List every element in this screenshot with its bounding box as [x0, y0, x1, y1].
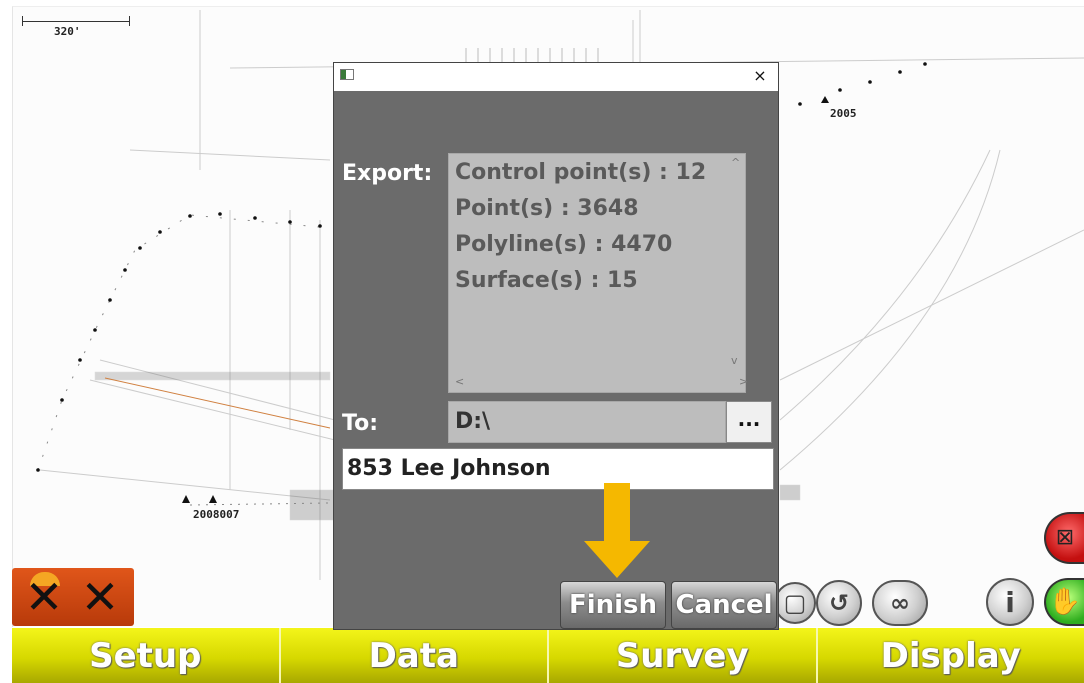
info-icon[interactable]: i	[986, 578, 1034, 626]
scroll-left-icon[interactable]: <	[455, 375, 464, 388]
tab-survey[interactable]: Survey	[549, 628, 818, 683]
highlight-arrow	[584, 483, 650, 578]
map-scale-bar: 320'	[22, 14, 132, 38]
gnss-disconnected-icon[interactable]: ✕ ✕	[12, 568, 134, 626]
scroll-up-icon[interactable]: ^	[731, 156, 740, 169]
vertical-scrollbar[interactable]: ^ v	[725, 154, 745, 372]
tab-setup[interactable]: Setup	[12, 628, 281, 683]
finish-button[interactable]: Finish	[560, 581, 666, 629]
summary-surfaces: Surface(s) : 15	[455, 268, 638, 293]
summary-polylines: Polyline(s) : 4470	[455, 232, 673, 257]
export-label: Export:	[342, 161, 433, 186]
close-icon[interactable]: ×	[750, 65, 770, 87]
cancel-button[interactable]: Cancel	[671, 581, 777, 629]
export-summary-list[interactable]: Control point(s) : 12 Point(s) : 3648 Po…	[448, 153, 748, 393]
summary-points: Point(s) : 3648	[455, 196, 639, 221]
rotate-icon[interactable]: ↺	[816, 580, 862, 626]
point-label-2008007: 2008007	[193, 508, 240, 521]
to-label: To:	[342, 411, 378, 436]
app-window-icon	[340, 69, 354, 80]
tab-data[interactable]: Data	[280, 628, 549, 683]
zoom-extent-icon[interactable]: ▢	[774, 582, 816, 624]
infinity-icon[interactable]: ∞	[872, 580, 928, 626]
point-label-2005: 2005	[830, 107, 857, 120]
scroll-down-icon[interactable]: v	[731, 354, 738, 367]
export-filename-field[interactable]: 853 Lee Johnson	[342, 448, 774, 490]
pan-hand-icon[interactable]: ✋	[1044, 578, 1084, 626]
main-tab-bar: Setup Data Survey Display	[12, 628, 1084, 683]
browse-button[interactable]: ...	[726, 401, 772, 443]
scroll-right-icon[interactable]: >	[739, 375, 748, 388]
export-path-field[interactable]: D:\	[448, 401, 726, 443]
export-dialog: × Export: Control point(s) : 12 Point(s)…	[333, 62, 779, 630]
summary-control-points: Control point(s) : 12	[455, 160, 707, 185]
horizontal-scrollbar[interactable]: < >	[449, 372, 748, 392]
scale-label: 320'	[54, 25, 81, 38]
dialog-titlebar[interactable]: ×	[334, 63, 778, 91]
tab-display[interactable]: Display	[817, 628, 1084, 683]
